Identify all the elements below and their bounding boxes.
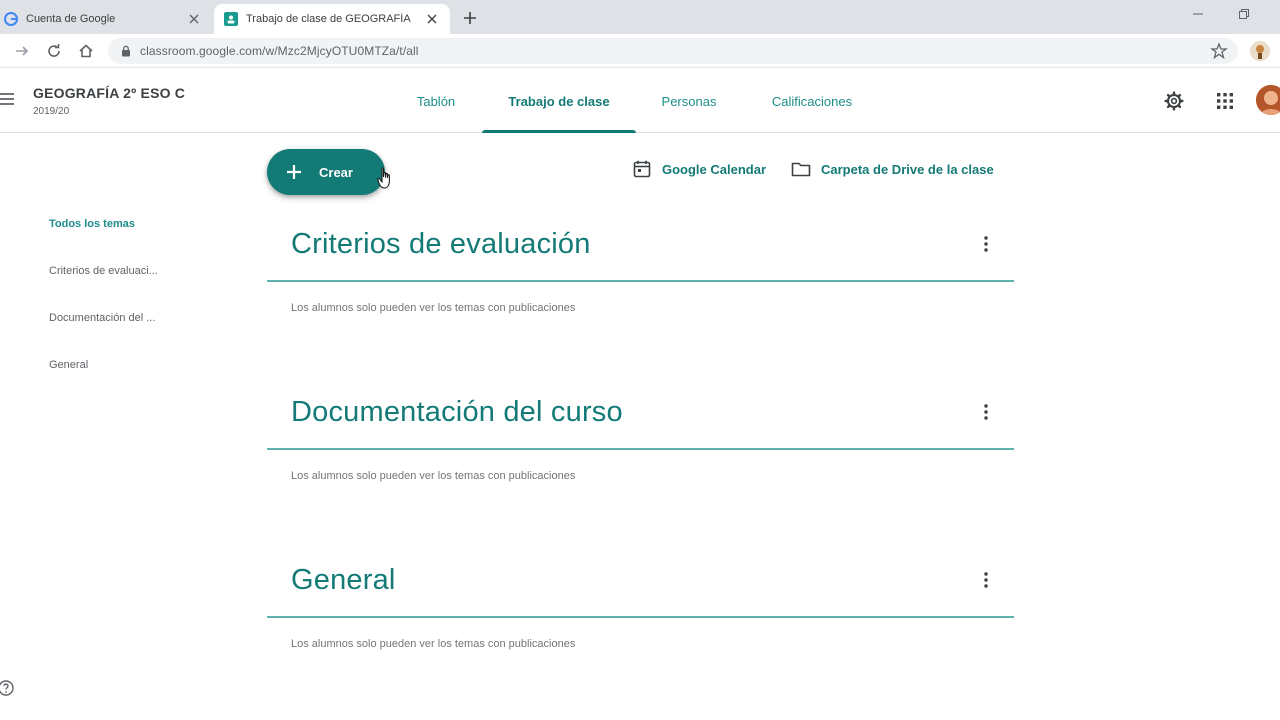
- apps-grid-icon[interactable]: [1213, 89, 1237, 113]
- google-calendar-label: Google Calendar: [662, 161, 767, 177]
- topic-header: Documentación del curso: [267, 384, 1014, 450]
- google-favicon: [4, 12, 18, 26]
- url-text: classroom.google.com/w/Mzc2MjcyOTU0MTZa/…: [140, 44, 419, 58]
- class-year: 2019/20: [33, 106, 70, 117]
- topic-title[interactable]: General: [291, 564, 396, 597]
- drive-folder-label: Carpeta de Drive de la clase: [821, 161, 994, 177]
- plus-icon: [285, 163, 303, 181]
- classroom-favicon: [224, 12, 238, 26]
- sidebar-item-documentacion[interactable]: Documentación del ...: [49, 312, 155, 324]
- more-vert-icon[interactable]: [976, 570, 996, 590]
- new-tab-icon[interactable]: [460, 8, 480, 28]
- create-button-label: Crear: [319, 164, 353, 180]
- address-bar[interactable]: classroom.google.com/w/Mzc2MjcyOTU0MTZa/…: [108, 38, 1238, 64]
- tab-tablon[interactable]: Tablón: [404, 69, 468, 133]
- topic-visibility-note: Los alumnos solo pueden ver los temas co…: [291, 638, 576, 650]
- tab-title: Cuenta de Google: [26, 13, 116, 25]
- home-icon[interactable]: [76, 41, 96, 61]
- google-calendar-link[interactable]: Google Calendar: [632, 159, 766, 179]
- sidebar-item-general[interactable]: General: [49, 359, 88, 371]
- settings-gear-icon[interactable]: [1162, 89, 1186, 113]
- drive-folder-link[interactable]: Carpeta de Drive de la clase: [791, 159, 994, 179]
- topic-section: General Los alumnos solo pueden ver los …: [267, 552, 1014, 650]
- topic-visibility-note: Los alumnos solo pueden ver los temas co…: [291, 470, 576, 482]
- browser-tab-google-account[interactable]: Cuenta de Google: [0, 4, 212, 34]
- tab-trabajo-de-clase[interactable]: Trabajo de clase: [482, 69, 636, 133]
- create-button[interactable]: Crear: [267, 149, 385, 195]
- browser-tab-classroom[interactable]: Trabajo de clase de GEOGRAFÍA: [214, 4, 450, 34]
- browser-profile-avatar[interactable]: [1250, 41, 1270, 61]
- close-tab-icon[interactable]: [424, 11, 440, 27]
- topic-header: General: [267, 552, 1014, 618]
- browser-toolbar: classroom.google.com/w/Mzc2MjcyOTU0MTZa/…: [0, 34, 1280, 68]
- topic-section: Documentación del curso Los alumnos solo…: [267, 384, 1014, 482]
- browser-tab-strip: Cuenta de Google Trabajo de clase de GEO…: [0, 0, 1280, 34]
- lock-icon: [120, 45, 132, 57]
- topic-title[interactable]: Criterios de evaluación: [291, 228, 591, 261]
- tab-title: Trabajo de clase de GEOGRAFÍA: [246, 13, 411, 25]
- calendar-icon: [632, 159, 652, 179]
- hamburger-menu-icon[interactable]: [0, 91, 16, 107]
- topic-header: Criterios de evaluación: [267, 216, 1014, 282]
- reload-icon[interactable]: [44, 41, 64, 61]
- class-name[interactable]: GEOGRAFÍA 2º ESO C: [33, 85, 185, 101]
- restore-icon[interactable]: [1236, 6, 1252, 22]
- tab-personas[interactable]: Personas: [650, 69, 728, 133]
- classroom-header: GEOGRAFÍA 2º ESO C 2019/20 Tablón Trabaj…: [0, 69, 1280, 133]
- help-icon[interactable]: [0, 679, 16, 697]
- sidebar-item-todos-los-temas[interactable]: Todos los temas: [49, 218, 135, 230]
- user-avatar[interactable]: [1256, 85, 1280, 115]
- folder-icon: [791, 159, 811, 179]
- sidebar-item-criterios[interactable]: Criterios de evaluaci...: [49, 265, 158, 277]
- topic-visibility-note: Los alumnos solo pueden ver los temas co…: [291, 302, 576, 314]
- bookmark-star-icon[interactable]: [1210, 42, 1228, 60]
- close-tab-icon[interactable]: [186, 11, 202, 27]
- minimize-icon[interactable]: [1190, 6, 1206, 22]
- forward-icon[interactable]: [12, 41, 32, 61]
- topic-title[interactable]: Documentación del curso: [291, 396, 623, 429]
- more-vert-icon[interactable]: [976, 402, 996, 422]
- tab-calificaciones[interactable]: Calificaciones: [756, 69, 868, 133]
- hand-cursor-icon: [377, 166, 395, 190]
- topic-section: Criterios de evaluación Los alumnos solo…: [267, 216, 1014, 314]
- more-vert-icon[interactable]: [976, 234, 996, 254]
